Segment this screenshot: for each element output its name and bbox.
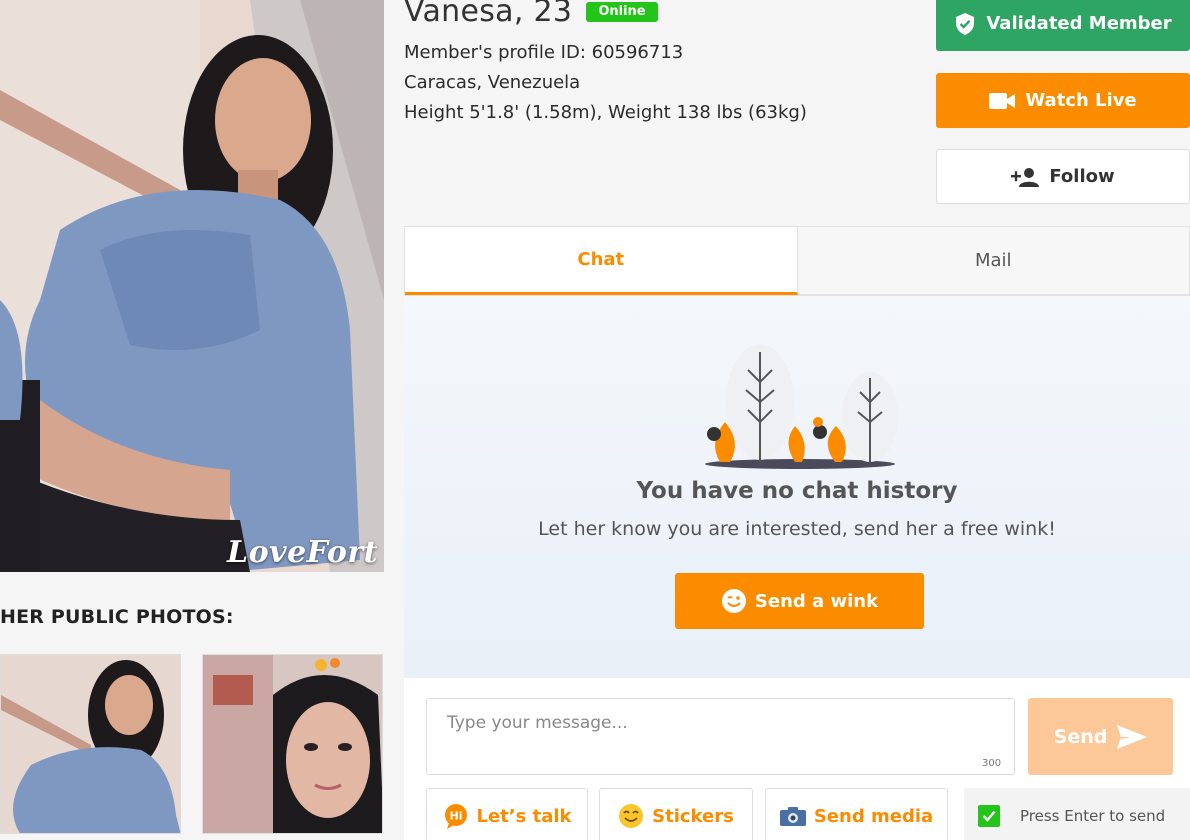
stickers-label: Stickers xyxy=(652,805,734,827)
public-photo-1-image xyxy=(1,655,180,833)
profile-location: Caracas, Venezuela xyxy=(404,72,581,93)
lets-talk-label: Let’s talk xyxy=(476,805,572,827)
press-enter-checkbox[interactable] xyxy=(978,805,1000,827)
tab-mail[interactable]: Mail xyxy=(797,227,1189,295)
public-photo-2-image xyxy=(203,655,382,833)
press-enter-option[interactable]: Press Enter to send xyxy=(964,788,1190,840)
follow-button[interactable]: Follow xyxy=(936,149,1190,204)
watch-live-button[interactable]: Watch Live xyxy=(936,73,1190,128)
send-wink-label: Send a wink xyxy=(754,590,879,612)
profile-body-stats: Height 5'1.8' (1.58m), Weight 138 lbs (6… xyxy=(404,102,807,123)
main-profile-photo[interactable]: LoveFort xyxy=(0,0,384,572)
public-photos-heading: HER PUBLIC PHOTOS: xyxy=(0,606,234,628)
video-camera-icon xyxy=(989,92,1016,110)
name-row: Vanesa, 23 Online xyxy=(404,0,658,29)
hi-bubble-icon: Hi xyxy=(443,803,469,829)
message-input[interactable] xyxy=(426,698,1015,775)
sticker-face-icon xyxy=(618,803,644,829)
send-wink-button[interactable]: Send a wink xyxy=(675,573,924,629)
send-media-button[interactable]: Send media xyxy=(765,788,948,840)
watch-live-label: Watch Live xyxy=(1025,90,1137,111)
validated-member-button[interactable]: Validated Member xyxy=(936,0,1190,51)
message-composer: 300 Send Hi Let’s talk Stickers Send med… xyxy=(404,678,1190,840)
main-photo-image xyxy=(0,0,384,572)
camera-icon xyxy=(779,806,806,826)
send-media-label: Send media xyxy=(813,805,934,827)
no-chat-history-subtitle: Let her know you are interested, send he… xyxy=(538,518,1056,540)
send-label: Send xyxy=(1053,725,1108,748)
profile-id: Member's profile ID: 60596713 xyxy=(404,42,684,63)
public-photo-thumb[interactable] xyxy=(202,654,383,834)
press-enter-label: Press Enter to send xyxy=(1020,807,1166,825)
empty-chat-illustration xyxy=(700,342,900,476)
no-chat-history-title: You have no chat history xyxy=(636,478,958,504)
stickers-button[interactable]: Stickers xyxy=(599,788,753,840)
lets-talk-button[interactable]: Hi Let’s talk xyxy=(426,788,588,840)
profile-page: LoveFort HER PUBLIC PHOTOS: Vanesa, 23 O… xyxy=(0,0,1190,840)
send-button[interactable]: Send xyxy=(1028,698,1173,775)
char-limit-counter: 300 xyxy=(982,758,1002,769)
chat-mail-tabs: Chat Mail xyxy=(404,226,1190,296)
online-status-badge: Online xyxy=(586,1,658,22)
svg-text:Hi: Hi xyxy=(449,810,462,823)
chat-history-area: You have no chat history Let her know yo… xyxy=(404,296,1190,678)
validated-member-label: Validated Member xyxy=(986,13,1172,34)
lovefort-watermark: LoveFort xyxy=(227,535,378,570)
checkmark-icon xyxy=(982,810,996,822)
tab-chat[interactable]: Chat xyxy=(405,227,798,295)
person-add-icon xyxy=(1011,167,1040,187)
send-arrow-icon xyxy=(1117,724,1148,749)
public-photo-thumb[interactable] xyxy=(0,654,181,834)
profile-name: Vanesa, 23 xyxy=(404,0,573,29)
wink-face-icon xyxy=(721,588,747,614)
shield-check-icon xyxy=(954,12,976,36)
follow-label: Follow xyxy=(1049,166,1115,187)
